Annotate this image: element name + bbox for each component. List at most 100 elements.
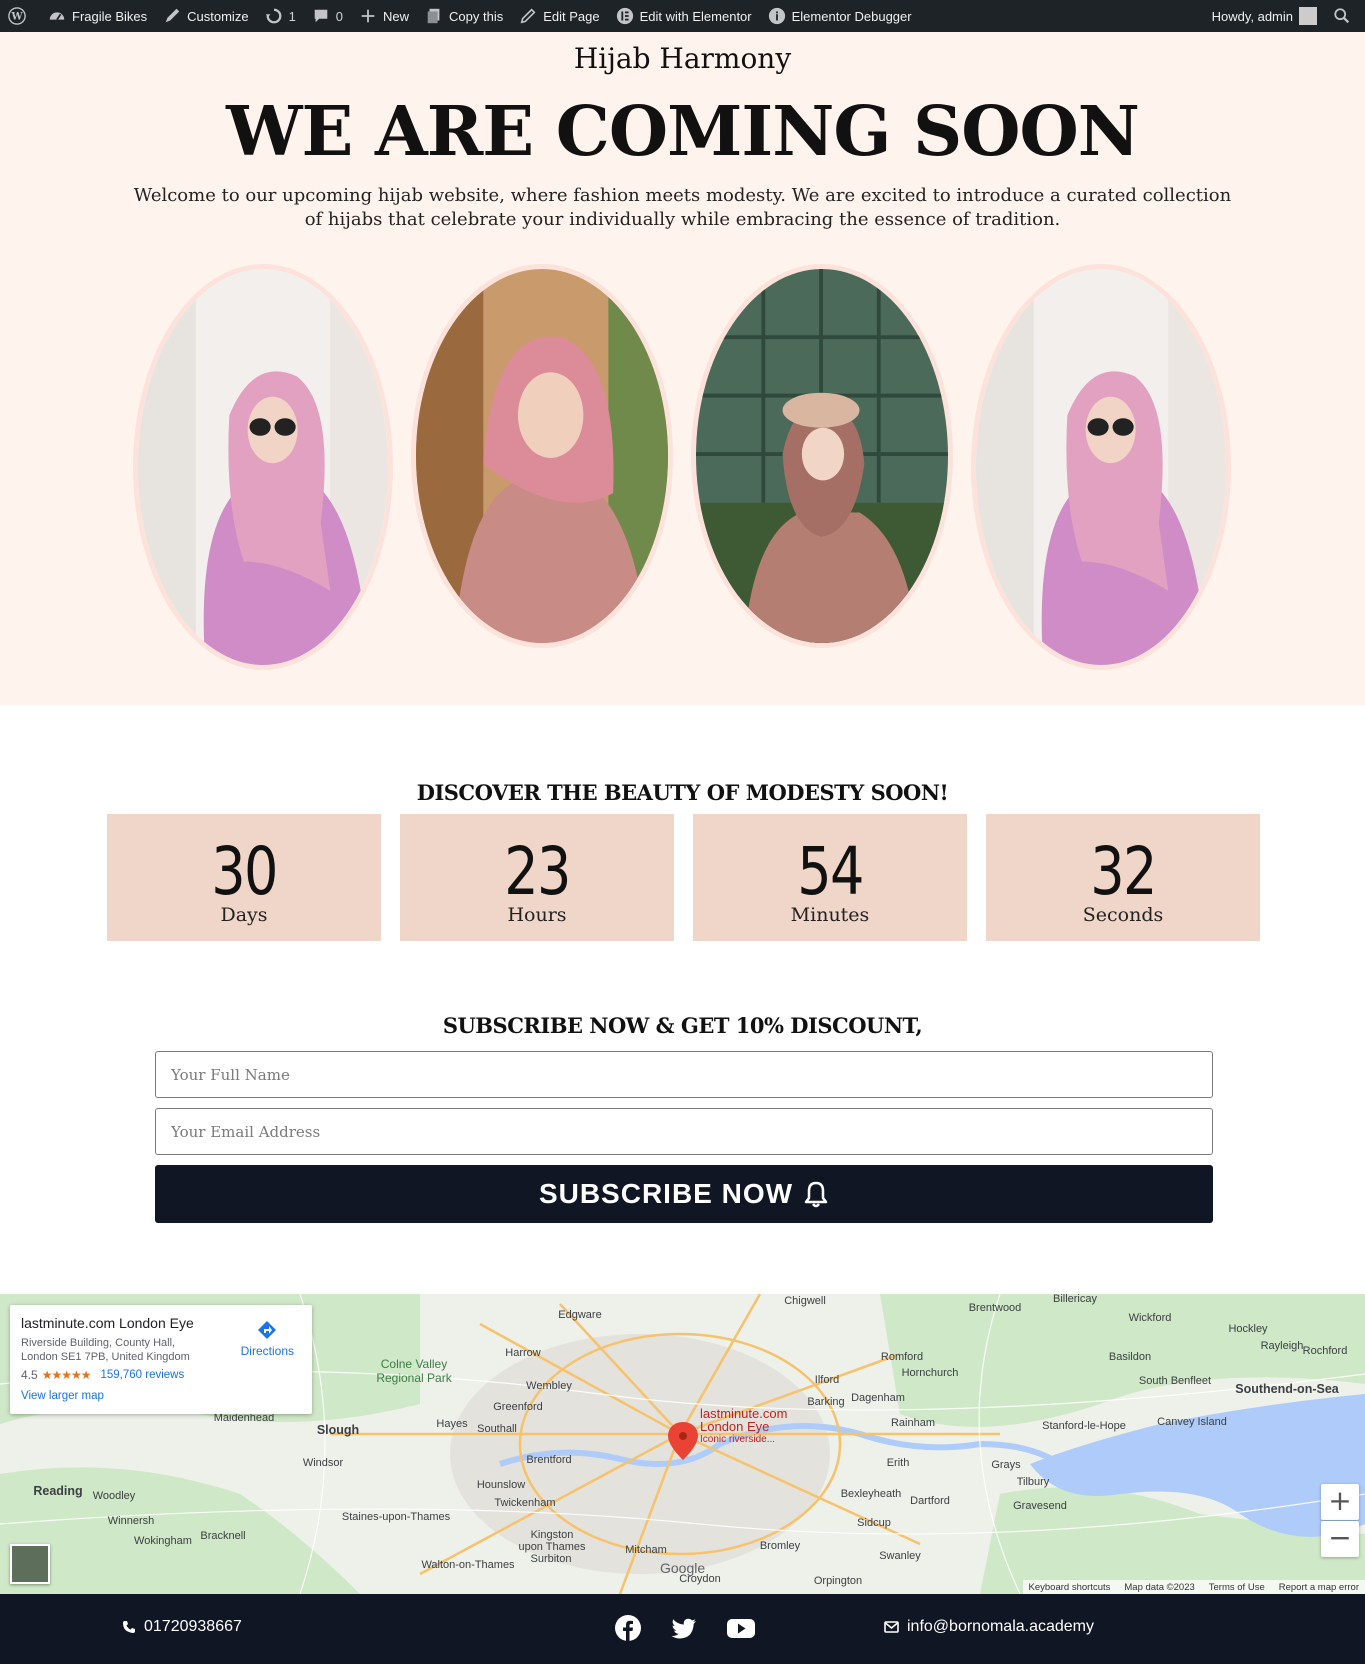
map-town-label: Bracknell <box>200 1530 245 1542</box>
intro-text: Welcome to our upcoming hijab website, w… <box>133 185 1232 230</box>
map-town-label: Canvey Island <box>1157 1416 1227 1428</box>
full-name-input[interactable] <box>155 1051 1213 1098</box>
map-town-label: Dagenham <box>851 1392 905 1404</box>
pencil-icon <box>520 8 536 24</box>
edit-with-elementor-link[interactable]: Edit with Elementor <box>608 0 760 32</box>
countdown-minutes: 54 Minutes <box>693 814 967 941</box>
elementor-debugger-link[interactable]: Elementor Debugger <box>760 0 920 32</box>
pin-label-line-2: London Eye <box>700 1419 770 1434</box>
map-data-label: Map data ©2023 <box>1124 1581 1195 1593</box>
avatar <box>1299 7 1317 25</box>
info-icon <box>768 7 785 25</box>
updates-count: 1 <box>288 8 296 24</box>
rating-value: 4.5 <box>21 1368 38 1382</box>
pin-label-line-3: Iconic riverside... <box>700 1434 776 1445</box>
twitter-icon[interactable] <box>670 1614 700 1644</box>
hero-section: Hijab Harmony WE ARE COMING SOON Welcome… <box>0 32 1365 705</box>
terms-link[interactable]: Terms of Use <box>1209 1582 1265 1593</box>
comment-icon <box>314 9 328 23</box>
email-input[interactable] <box>155 1108 1213 1155</box>
map-town-label: Tilbury <box>1017 1476 1050 1488</box>
map-town-label: Twickenham <box>494 1497 555 1509</box>
view-larger-map-link[interactable]: View larger map <box>21 1390 301 1402</box>
map-town-label: Rochford <box>1303 1345 1348 1357</box>
directions-label: Directions <box>240 1344 294 1358</box>
map-attribution: Keyboard shortcuts Map data ©2023 Terms … <box>1022 1580 1365 1594</box>
customize-label: Customize <box>187 8 249 24</box>
envelope-icon <box>884 1621 899 1633</box>
map-town-label: Southall <box>477 1423 517 1435</box>
subscribe-button[interactable]: SUBSCRIBE NOW <box>155 1165 1213 1223</box>
svg-text:W: W <box>10 12 23 23</box>
map-town-label: Rainham <box>891 1417 935 1429</box>
search-icon <box>1334 8 1350 24</box>
map-town-label: Edgware <box>558 1309 601 1321</box>
map-town-label: Slough <box>317 1423 359 1437</box>
map-town-label: Gravesend <box>1013 1500 1067 1512</box>
social-links <box>614 1614 756 1644</box>
rating-stars: ★★★★★ <box>41 1368 92 1382</box>
footer-phone[interactable]: 01720938667 <box>122 1618 242 1636</box>
my-account-link[interactable]: Howdy, admin <box>1204 0 1325 32</box>
edit-page-link[interactable]: Edit Page <box>511 0 607 32</box>
place-card: lastminute.com London Eye Riverside Buil… <box>10 1305 312 1414</box>
email-address: info@bornomala.academy <box>907 1618 1095 1635</box>
customize-link[interactable]: Customize <box>155 0 256 32</box>
keyboard-shortcuts-link[interactable]: Keyboard shortcuts <box>1029 1582 1111 1593</box>
countdown-days: 30 Days <box>107 814 381 941</box>
phone-number: 01720938667 <box>144 1618 242 1635</box>
footer-email[interactable]: info@bornomala.academy <box>884 1618 1094 1636</box>
pin-label[interactable]: lastminute.com London Eye Iconic riversi… <box>700 1407 787 1446</box>
new-content-link[interactable]: New <box>351 0 417 32</box>
reviews-link[interactable]: 159,760 reviews <box>100 1369 184 1381</box>
elementor-debugger-label: Elementor Debugger <box>791 8 912 24</box>
map-town-label: Orpington <box>814 1575 862 1587</box>
zoom-in-button[interactable]: + <box>1321 1484 1359 1520</box>
map-town-label: Sidcup <box>857 1517 891 1529</box>
map-town-label: Ilford <box>815 1374 839 1386</box>
countdown-title: DISCOVER THE BEAUTY OF MODESTY SOON! <box>416 780 949 805</box>
map-town-label: Brentford <box>526 1454 571 1466</box>
updates-link[interactable]: 1 <box>257 0 304 32</box>
elementor-icon <box>616 7 633 25</box>
map-town-label: Regional Park <box>376 1371 452 1385</box>
seconds-value: 32 <box>1090 833 1157 910</box>
map-town-label: Swanley <box>879 1550 921 1562</box>
search-button[interactable] <box>1325 0 1365 32</box>
copy-this-link[interactable]: Copy this <box>417 0 511 32</box>
updates-icon <box>265 8 281 24</box>
satellite-toggle[interactable] <box>10 1544 50 1584</box>
map-town-label: Barking <box>807 1396 844 1408</box>
map-town-label: Southend-on-Sea <box>1235 1382 1340 1396</box>
map-town-label: Bexleyheath <box>841 1488 902 1500</box>
brush-icon <box>165 8 180 23</box>
subscribe-button-label: SUBSCRIBE NOW <box>538 1178 794 1209</box>
map-town-label: Kingston <box>531 1529 574 1541</box>
dashboard-icon <box>49 12 65 21</box>
comments-count: 0 <box>335 8 344 24</box>
report-error-link[interactable]: Report a map error <box>1279 1582 1359 1593</box>
google-map[interactable]: Chigwell Brentwood Billericay Wickford Hockl… <box>0 1294 1365 1594</box>
site-name-link[interactable]: Fragile Bikes <box>40 0 155 32</box>
facebook-icon[interactable] <box>614 1614 644 1644</box>
plus-icon <box>361 9 375 23</box>
copy-this-label: Copy this <box>449 8 504 24</box>
youtube-icon[interactable] <box>726 1614 756 1644</box>
zoom-out-button[interactable]: − <box>1321 1521 1359 1557</box>
map-town-label: Wembley <box>526 1380 572 1392</box>
map-town-label: Brentwood <box>969 1302 1022 1314</box>
hijab-photo-1 <box>133 264 393 670</box>
comments-link[interactable]: 0 <box>304 0 351 32</box>
map-town-label: Staines-upon-Thames <box>342 1511 451 1523</box>
map-town-label: South Benfleet <box>1139 1375 1211 1387</box>
map-town-label: Mitcham <box>625 1544 667 1556</box>
map-town-label: Grays <box>991 1459 1021 1471</box>
directions-button[interactable]: Directions <box>241 1319 294 1358</box>
map-town-label: Winnersh <box>108 1515 154 1527</box>
google-logo: Google <box>660 1560 706 1576</box>
admin-bar: W Fragile Bikes Customize 1 0 New Copy t… <box>0 0 1365 32</box>
place-rating: 4.5 ★★★★★ 159,760 reviews <box>21 1368 301 1382</box>
map-town-label: Reading <box>33 1484 82 1498</box>
wordpress-logo-button[interactable]: W <box>0 0 40 32</box>
days-value: 30 <box>211 833 278 910</box>
